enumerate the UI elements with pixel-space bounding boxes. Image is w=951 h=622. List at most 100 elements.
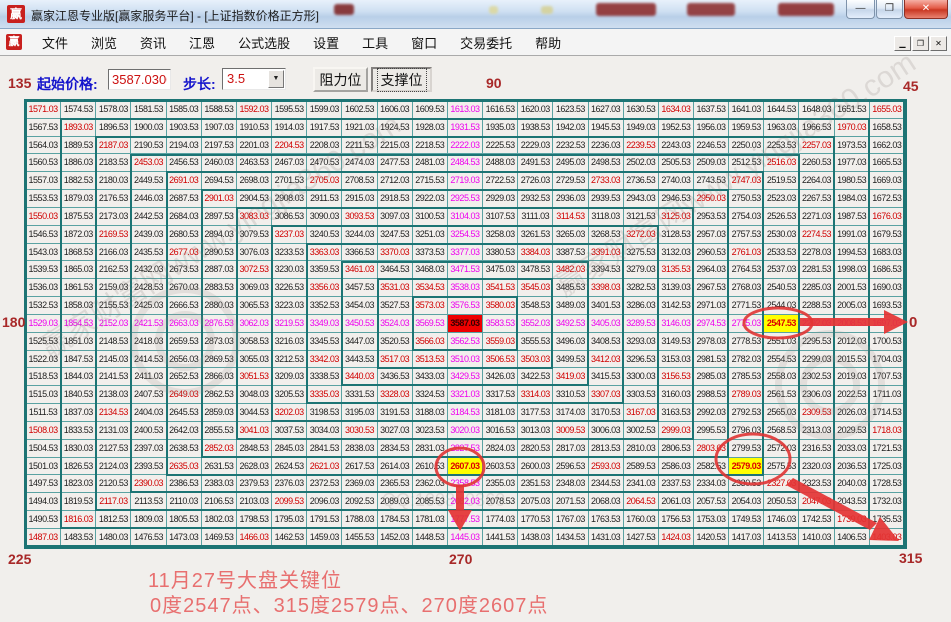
grid-cell-start-price[interactable]: 3587.03 — [447, 314, 484, 333]
grid-cell-key-level[interactable]: 2579.03 — [729, 457, 765, 476]
grid-cell: 2768.03 — [729, 279, 765, 298]
menu-formula-stock-pick[interactable]: 公式选股 — [228, 29, 300, 56]
close-button[interactable]: ✕ — [904, 0, 948, 19]
grid-cell: 2484.53 — [447, 154, 484, 173]
resistance-button[interactable]: 阻力位 — [313, 67, 368, 92]
maximize-button[interactable]: ❐ — [876, 0, 903, 19]
grid-cell: 3062.03 — [236, 314, 273, 333]
grid-cell: 1508.03 — [26, 421, 62, 440]
grid-cell: 1620.03 — [518, 101, 554, 119]
grid-cell: 1525.53 — [26, 332, 62, 351]
menu-news[interactable]: 资讯 — [130, 29, 176, 56]
grid-cell: 3044.53 — [236, 404, 273, 422]
grid-cell: 1767.03 — [553, 511, 589, 529]
menu-browse[interactable]: 浏览 — [81, 29, 127, 56]
grid-cell: 3289.53 — [623, 314, 659, 333]
grid-cell: 1480.03 — [96, 528, 132, 547]
grid-cell: 3580.03 — [483, 297, 519, 315]
grid-cell: 1791.53 — [307, 511, 343, 529]
grid-cell: 3076.03 — [236, 243, 273, 262]
menu-trade-order[interactable]: 交易委托 — [450, 29, 522, 56]
grid-cell: 2971.03 — [693, 297, 730, 315]
grid-cell: 2043.53 — [834, 493, 870, 512]
chevron-down-icon[interactable]: ▼ — [268, 70, 284, 88]
grid-cell: 2029.53 — [834, 421, 870, 440]
grid-cell: 2841.53 — [307, 439, 343, 458]
grid-cell: 1753.03 — [693, 511, 730, 529]
grid-cell: 3090.03 — [307, 207, 343, 226]
grid-cell: 1634.03 — [658, 101, 694, 119]
menu-file[interactable]: 文件 — [32, 29, 78, 56]
grid-cell: 1833.53 — [61, 421, 97, 440]
grid-cell: 2985.03 — [693, 368, 730, 387]
mdi-minimize-button[interactable]: ▁ — [894, 36, 911, 51]
grid-cell: 2337.53 — [658, 475, 694, 494]
grid-cell: 2225.53 — [483, 136, 519, 155]
menu-settings[interactable]: 设置 — [303, 29, 349, 56]
grid-cell: 2103.03 — [236, 493, 273, 512]
menu-gann[interactable]: 江恩 — [179, 29, 225, 56]
grid-cell: 1819.53 — [61, 493, 97, 512]
background-blob — [541, 6, 553, 14]
grid-cell: 1994.53 — [834, 243, 870, 262]
minimize-button[interactable]: — — [846, 0, 875, 19]
grid-cell: 1844.03 — [61, 368, 97, 387]
grid-cell: 3237.03 — [272, 225, 308, 244]
mdi-restore-button[interactable]: ❐ — [912, 36, 929, 51]
gann-square-grid: 1571.03 1574.53 1578.03 1581.53 1585.03 1588.… — [24, 99, 907, 549]
grid-cell: 1627.03 — [588, 101, 624, 119]
grid-cell: 2638.53 — [166, 439, 202, 458]
grid-cell: 3366.53 — [342, 243, 378, 262]
grid-cell: 2838.03 — [342, 439, 378, 458]
grid-cell: 3100.53 — [412, 207, 448, 226]
grid-cell: 1609.53 — [412, 101, 448, 119]
grid-cell: 2414.53 — [131, 350, 167, 369]
support-button[interactable]: 支撑位 — [371, 67, 432, 92]
grid-cell: 3160.03 — [658, 386, 694, 405]
grid-cell: 1413.53 — [764, 528, 800, 547]
grid-cell: 1935.03 — [483, 118, 519, 137]
grid-cell-key-level[interactable]: 2547.53 — [764, 314, 800, 333]
grid-cell: 1651.53 — [834, 101, 870, 119]
grid-cell: 3377.03 — [447, 243, 484, 262]
grid-cell: 2635.03 — [166, 457, 202, 476]
grid-cell: 2708.53 — [342, 172, 378, 191]
grid-cell: 1630.53 — [623, 101, 659, 119]
grid-cell: 3534.53 — [412, 279, 448, 298]
grid-cell: 3373.53 — [412, 243, 448, 262]
grid-cell: 1980.53 — [834, 172, 870, 191]
grid-cell: 3398.03 — [588, 279, 624, 298]
grid-cell: 2747.03 — [729, 172, 765, 191]
grid-cell: 3282.53 — [623, 279, 659, 298]
grid-cell: 2211.53 — [342, 136, 378, 155]
grid-cell: 1781.03 — [412, 511, 448, 529]
grid-cell: 2904.53 — [236, 190, 273, 208]
grid-cell: 3499.53 — [553, 350, 589, 369]
grid-cell: 2701.53 — [272, 172, 308, 191]
grid-cell: 1774.03 — [483, 511, 519, 529]
grid-cell: 2803.03 — [693, 439, 730, 458]
grid-cell: 2775.03 — [729, 314, 765, 333]
grid-cell: 3510.03 — [447, 350, 484, 369]
grid-cell: 2134.53 — [96, 404, 132, 422]
grid-cell-key-level[interactable]: 2607.03 — [447, 457, 484, 476]
grid-cell: 1896.53 — [96, 118, 132, 137]
grid-cell: 2656.03 — [166, 350, 202, 369]
grid-cell: 3321.03 — [447, 386, 484, 405]
start-price-input[interactable] — [108, 69, 171, 90]
grid-cell: 2106.53 — [201, 493, 237, 512]
mdi-close-button[interactable]: ✕ — [930, 36, 947, 51]
grid-cell: 2568.53 — [764, 421, 800, 440]
step-select[interactable]: 3.5 ▼ — [222, 68, 286, 90]
grid-cell: 2061.03 — [658, 493, 694, 512]
window-title: 赢家江恩专业版[赢家服务平台] - [上证指数价格正方形] — [31, 9, 320, 23]
grid-cell: 1637.53 — [693, 101, 730, 119]
grid-cell: 1998.03 — [834, 261, 870, 280]
grid-cell: 2173.03 — [96, 207, 132, 226]
grid-cell: 2960.53 — [693, 243, 730, 262]
menu-tools[interactable]: 工具 — [352, 29, 398, 56]
grid-cell: 2019.03 — [834, 368, 870, 387]
menu-window[interactable]: 窗口 — [401, 29, 447, 56]
grid-cell: 1893.03 — [61, 118, 97, 137]
menu-help[interactable]: 帮助 — [525, 29, 571, 56]
